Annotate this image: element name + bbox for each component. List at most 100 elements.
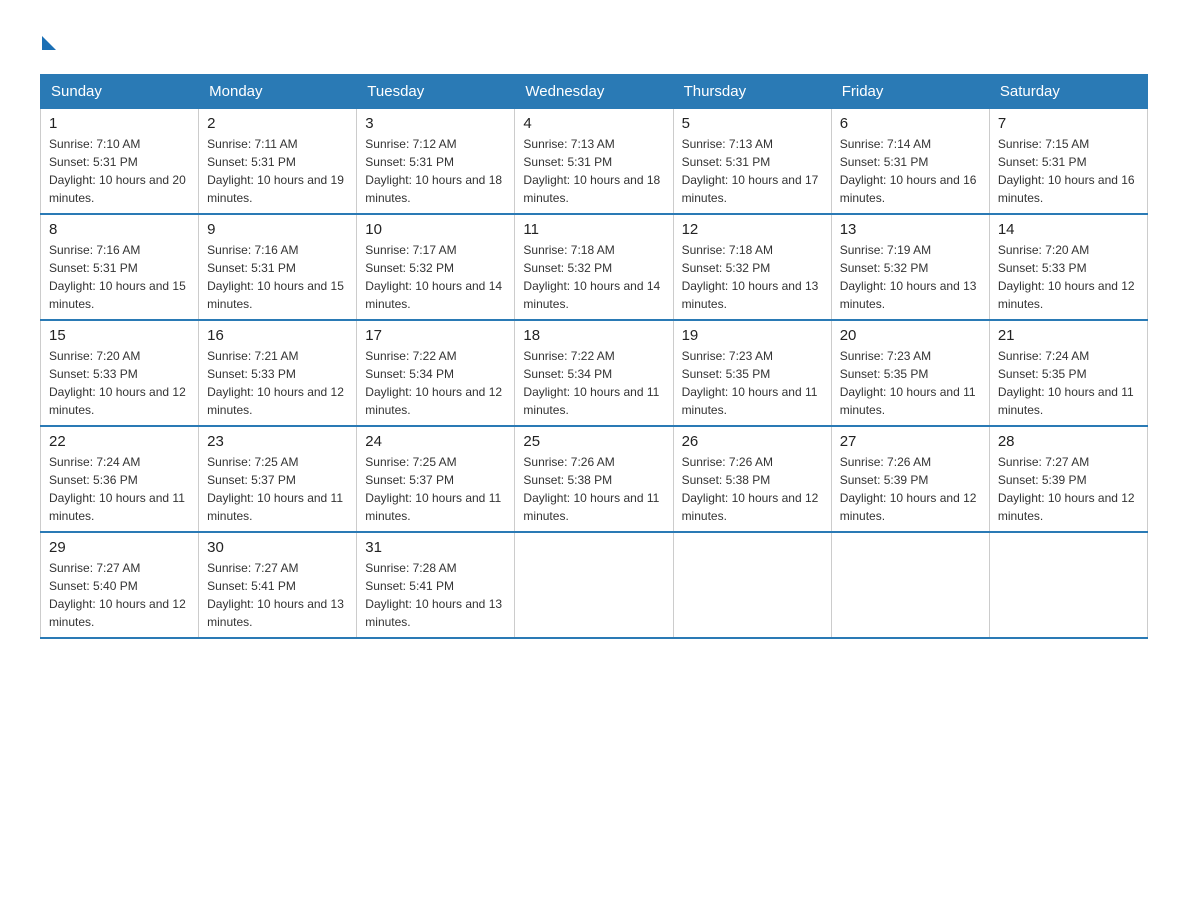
calendar-cell: 11 Sunrise: 7:18 AMSunset: 5:32 PMDayligh… bbox=[515, 214, 673, 320]
day-number: 12 bbox=[682, 221, 823, 238]
day-number: 24 bbox=[365, 433, 506, 450]
calendar-cell bbox=[989, 532, 1147, 638]
day-info: Sunrise: 7:24 AMSunset: 5:35 PMDaylight:… bbox=[998, 347, 1139, 419]
day-number: 31 bbox=[365, 539, 506, 556]
column-header-wednesday: Wednesday bbox=[515, 75, 673, 109]
day-number: 3 bbox=[365, 115, 506, 132]
day-number: 27 bbox=[840, 433, 981, 450]
logo bbox=[40, 30, 56, 50]
column-header-thursday: Thursday bbox=[673, 75, 831, 109]
day-info: Sunrise: 7:20 AMSunset: 5:33 PMDaylight:… bbox=[998, 241, 1139, 313]
day-number: 17 bbox=[365, 327, 506, 344]
day-number: 6 bbox=[840, 115, 981, 132]
day-number: 19 bbox=[682, 327, 823, 344]
calendar-header-row: SundayMondayTuesdayWednesdayThursdayFrid… bbox=[41, 75, 1148, 109]
day-info: Sunrise: 7:21 AMSunset: 5:33 PMDaylight:… bbox=[207, 347, 348, 419]
day-info: Sunrise: 7:11 AMSunset: 5:31 PMDaylight:… bbox=[207, 135, 348, 207]
calendar-cell: 17 Sunrise: 7:22 AMSunset: 5:34 PMDayligh… bbox=[357, 320, 515, 426]
day-info: Sunrise: 7:25 AMSunset: 5:37 PMDaylight:… bbox=[365, 453, 506, 525]
calendar-week-row: 8 Sunrise: 7:16 AMSunset: 5:31 PMDaylight… bbox=[41, 214, 1148, 320]
day-number: 14 bbox=[998, 221, 1139, 238]
day-info: Sunrise: 7:20 AMSunset: 5:33 PMDaylight:… bbox=[49, 347, 190, 419]
day-info: Sunrise: 7:18 AMSunset: 5:32 PMDaylight:… bbox=[523, 241, 664, 313]
day-number: 7 bbox=[998, 115, 1139, 132]
day-info: Sunrise: 7:24 AMSunset: 5:36 PMDaylight:… bbox=[49, 453, 190, 525]
day-number: 28 bbox=[998, 433, 1139, 450]
calendar-table: SundayMondayTuesdayWednesdayThursdayFrid… bbox=[40, 74, 1148, 639]
day-number: 22 bbox=[49, 433, 190, 450]
column-header-saturday: Saturday bbox=[989, 75, 1147, 109]
logo-row1 bbox=[40, 30, 56, 50]
calendar-cell: 21 Sunrise: 7:24 AMSunset: 5:35 PMDayligh… bbox=[989, 320, 1147, 426]
day-number: 26 bbox=[682, 433, 823, 450]
day-info: Sunrise: 7:27 AMSunset: 5:39 PMDaylight:… bbox=[998, 453, 1139, 525]
calendar-cell: 4 Sunrise: 7:13 AMSunset: 5:31 PMDaylight… bbox=[515, 109, 673, 215]
calendar-cell: 13Sunrise: 7:19 AMSunset: 5:32 PMDayligh… bbox=[831, 214, 989, 320]
day-info: Sunrise: 7:28 AMSunset: 5:41 PMDaylight:… bbox=[365, 559, 506, 631]
calendar-cell: 2Sunrise: 7:11 AMSunset: 5:31 PMDaylight… bbox=[199, 109, 357, 215]
calendar-cell: 5 Sunrise: 7:13 AMSunset: 5:31 PMDaylight… bbox=[673, 109, 831, 215]
day-number: 30 bbox=[207, 539, 348, 556]
day-info: Sunrise: 7:22 AMSunset: 5:34 PMDaylight:… bbox=[365, 347, 506, 419]
calendar-cell: 29Sunrise: 7:27 AMSunset: 5:40 PMDayligh… bbox=[41, 532, 199, 638]
day-number: 10 bbox=[365, 221, 506, 238]
calendar-cell: 15 Sunrise: 7:20 AMSunset: 5:33 PMDayligh… bbox=[41, 320, 199, 426]
day-info: Sunrise: 7:16 AMSunset: 5:31 PMDaylight:… bbox=[207, 241, 348, 313]
calendar-cell bbox=[673, 532, 831, 638]
day-number: 13 bbox=[840, 221, 981, 238]
calendar-week-row: 1 Sunrise: 7:10 AMSunset: 5:31 PMDaylight… bbox=[41, 109, 1148, 215]
calendar-cell: 14 Sunrise: 7:20 AMSunset: 5:33 PMDayligh… bbox=[989, 214, 1147, 320]
calendar-cell: 22 Sunrise: 7:24 AMSunset: 5:36 PMDayligh… bbox=[41, 426, 199, 532]
day-info: Sunrise: 7:22 AMSunset: 5:34 PMDaylight:… bbox=[523, 347, 664, 419]
day-number: 18 bbox=[523, 327, 664, 344]
calendar-cell: 12 Sunrise: 7:18 AMSunset: 5:32 PMDayligh… bbox=[673, 214, 831, 320]
calendar-cell: 9Sunrise: 7:16 AMSunset: 5:31 PMDaylight… bbox=[199, 214, 357, 320]
day-info: Sunrise: 7:15 AMSunset: 5:31 PMDaylight:… bbox=[998, 135, 1139, 207]
day-number: 1 bbox=[49, 115, 190, 132]
calendar-cell: 24 Sunrise: 7:25 AMSunset: 5:37 PMDayligh… bbox=[357, 426, 515, 532]
calendar-cell: 16 Sunrise: 7:21 AMSunset: 5:33 PMDayligh… bbox=[199, 320, 357, 426]
day-number: 5 bbox=[682, 115, 823, 132]
calendar-cell: 3 Sunrise: 7:12 AMSunset: 5:31 PMDaylight… bbox=[357, 109, 515, 215]
day-info: Sunrise: 7:27 AMSunset: 5:41 PMDaylight:… bbox=[207, 559, 348, 631]
calendar-cell: 31 Sunrise: 7:28 AMSunset: 5:41 PMDayligh… bbox=[357, 532, 515, 638]
calendar-week-row: 15 Sunrise: 7:20 AMSunset: 5:33 PMDayligh… bbox=[41, 320, 1148, 426]
day-info: Sunrise: 7:23 AMSunset: 5:35 PMDaylight:… bbox=[840, 347, 981, 419]
day-number: 11 bbox=[523, 221, 664, 238]
day-info: Sunrise: 7:23 AMSunset: 5:35 PMDaylight:… bbox=[682, 347, 823, 419]
calendar-cell: 8Sunrise: 7:16 AMSunset: 5:31 PMDaylight… bbox=[41, 214, 199, 320]
calendar-cell: 10Sunrise: 7:17 AMSunset: 5:32 PMDayligh… bbox=[357, 214, 515, 320]
calendar-cell: 1 Sunrise: 7:10 AMSunset: 5:31 PMDaylight… bbox=[41, 109, 199, 215]
calendar-cell: 18 Sunrise: 7:22 AMSunset: 5:34 PMDayligh… bbox=[515, 320, 673, 426]
day-number: 21 bbox=[998, 327, 1139, 344]
column-header-sunday: Sunday bbox=[41, 75, 199, 109]
calendar-cell: 7 Sunrise: 7:15 AMSunset: 5:31 PMDaylight… bbox=[989, 109, 1147, 215]
column-header-friday: Friday bbox=[831, 75, 989, 109]
day-number: 25 bbox=[523, 433, 664, 450]
calendar-cell: 23Sunrise: 7:25 AMSunset: 5:37 PMDayligh… bbox=[199, 426, 357, 532]
calendar-cell: 20 Sunrise: 7:23 AMSunset: 5:35 PMDayligh… bbox=[831, 320, 989, 426]
page-header bbox=[40, 30, 1148, 50]
day-info: Sunrise: 7:18 AMSunset: 5:32 PMDaylight:… bbox=[682, 241, 823, 313]
day-number: 16 bbox=[207, 327, 348, 344]
day-info: Sunrise: 7:13 AMSunset: 5:31 PMDaylight:… bbox=[523, 135, 664, 207]
logo-wrapper bbox=[40, 30, 56, 50]
day-number: 15 bbox=[49, 327, 190, 344]
day-info: Sunrise: 7:10 AMSunset: 5:31 PMDaylight:… bbox=[49, 135, 190, 207]
calendar-cell: 28 Sunrise: 7:27 AMSunset: 5:39 PMDayligh… bbox=[989, 426, 1147, 532]
calendar-cell bbox=[831, 532, 989, 638]
calendar-week-row: 29Sunrise: 7:27 AMSunset: 5:40 PMDayligh… bbox=[41, 532, 1148, 638]
calendar-cell: 30 Sunrise: 7:27 AMSunset: 5:41 PMDayligh… bbox=[199, 532, 357, 638]
calendar-cell: 25Sunrise: 7:26 AMSunset: 5:38 PMDayligh… bbox=[515, 426, 673, 532]
day-info: Sunrise: 7:25 AMSunset: 5:37 PMDaylight:… bbox=[207, 453, 348, 525]
day-info: Sunrise: 7:12 AMSunset: 5:31 PMDaylight:… bbox=[365, 135, 506, 207]
day-number: 8 bbox=[49, 221, 190, 238]
day-info: Sunrise: 7:14 AMSunset: 5:31 PMDaylight:… bbox=[840, 135, 981, 207]
day-number: 20 bbox=[840, 327, 981, 344]
calendar-cell: 27Sunrise: 7:26 AMSunset: 5:39 PMDayligh… bbox=[831, 426, 989, 532]
column-header-tuesday: Tuesday bbox=[357, 75, 515, 109]
calendar-cell: 26Sunrise: 7:26 AMSunset: 5:38 PMDayligh… bbox=[673, 426, 831, 532]
day-info: Sunrise: 7:13 AMSunset: 5:31 PMDaylight:… bbox=[682, 135, 823, 207]
day-number: 4 bbox=[523, 115, 664, 132]
calendar-cell: 19 Sunrise: 7:23 AMSunset: 5:35 PMDayligh… bbox=[673, 320, 831, 426]
